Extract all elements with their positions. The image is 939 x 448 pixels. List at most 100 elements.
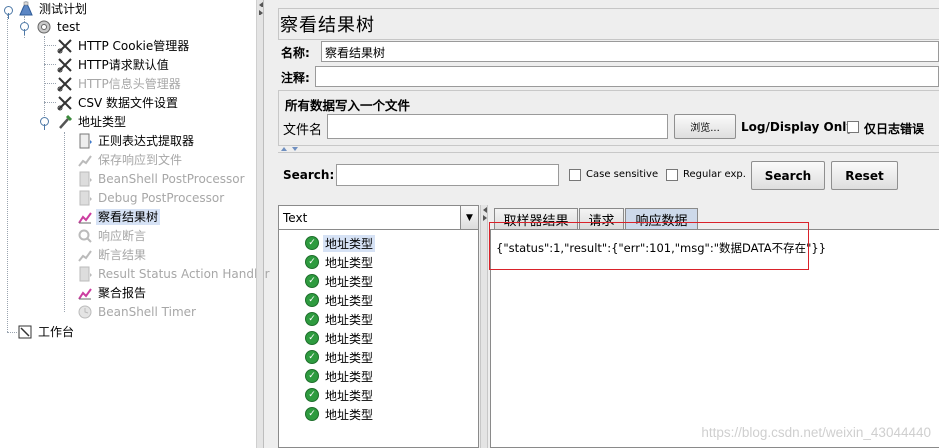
tree-item-label: 工作台	[38, 325, 75, 339]
comment-label: 注释:	[281, 71, 310, 85]
success-shield-icon: ✓	[305, 274, 319, 288]
wrench-scissors-icon	[57, 57, 73, 73]
success-shield-icon: ✓	[305, 388, 319, 402]
errors-only-checkbox[interactable]	[847, 121, 859, 133]
sample-label: 地址类型	[323, 234, 376, 252]
regex-label: Regular exp.	[683, 169, 746, 180]
tree-connector	[7, 332, 17, 333]
name-field[interactable]: 察看结果树	[321, 41, 939, 62]
case-sensitive-checkbox[interactable]	[569, 169, 581, 181]
success-shield-icon: ✓	[305, 312, 319, 326]
tree-item-result-status-handler[interactable]: Result Status Action Handler	[77, 265, 272, 283]
tree-item-label: BeanShell PostProcessor	[98, 172, 245, 186]
search-input[interactable]	[336, 164, 559, 186]
expand-toggle[interactable]	[20, 22, 29, 35]
tree-item-beanshell-timer[interactable]: BeanShell Timer	[77, 303, 198, 321]
sample-result-item[interactable]: ✓ 地址类型	[292, 367, 375, 385]
sample-result-item[interactable]: ✓ 地址类型	[292, 329, 375, 347]
log-display-label: Log/Display Only:	[741, 120, 859, 134]
tree-item-label: 聚合报告	[98, 286, 147, 300]
watermark: https://blog.csdn.net/weixin_43044440	[701, 425, 931, 440]
expand-toggle[interactable]	[4, 6, 13, 19]
sample-label: 地址类型	[325, 369, 374, 384]
tree-item-view-results-tree[interactable]: 察看结果树	[77, 208, 161, 226]
browse-button[interactable]: 浏览...	[674, 114, 736, 139]
tree-item-workbench[interactable]: 工作台	[17, 323, 76, 341]
success-shield-icon: ✓	[305, 369, 319, 383]
tree-item-test-plan[interactable]: 测试计划	[18, 0, 89, 18]
tree-connector	[44, 45, 56, 46]
tree-item-response-assertion[interactable]: 响应断言	[77, 227, 148, 245]
results-splitter[interactable]	[480, 205, 488, 448]
tree-item-sampler[interactable]: 地址类型	[57, 113, 128, 131]
tree-item-aggregate-report[interactable]: 聚合报告	[77, 284, 148, 302]
success-shield-icon: ✓	[305, 236, 319, 250]
tree-item-cookie-manager[interactable]: HTTP Cookie管理器	[57, 37, 191, 55]
search-button[interactable]: Search	[751, 161, 825, 190]
collapse-right-arrow-icon[interactable]	[482, 215, 488, 221]
tree-connector	[44, 102, 56, 103]
tree-item-request-defaults[interactable]: HTTP请求默认值	[57, 56, 171, 74]
success-shield-icon: ✓	[305, 293, 319, 307]
wrench-scissors-icon	[57, 76, 73, 92]
sample-result-item[interactable]: ✓ 地址类型	[292, 291, 375, 309]
expand-toggle[interactable]	[40, 117, 49, 130]
panel-title-bar	[278, 8, 939, 40]
sample-label: 地址类型	[325, 255, 374, 270]
timer-clock-icon	[77, 304, 93, 320]
collapse-left-arrow-icon[interactable]	[482, 207, 488, 213]
tree-item-regex-extractor[interactable]: 正则表达式提取器	[77, 132, 196, 150]
sample-result-item[interactable]: ✓ 地址类型	[292, 253, 375, 271]
tree-item-label: 测试计划	[39, 2, 88, 16]
tree-item-label: Result Status Action Handler	[98, 267, 270, 281]
sample-result-item[interactable]: ✓ 地址类型	[292, 272, 375, 290]
tree-item-thread-group[interactable]: test	[36, 18, 82, 36]
file-group-title: 所有数据写入一个文件	[285, 98, 411, 113]
test-plan-tree[interactable]: 测试计划 test HTTP Cookie管理器 HTTP请求默认值 HTTP信…	[0, 0, 270, 448]
sample-result-item[interactable]: ✓ 地址类型	[292, 386, 375, 404]
errors-only-label: 仅日志错误	[864, 122, 925, 136]
sample-result-item[interactable]: ✓ 地址类型	[292, 405, 375, 423]
tree-splitter[interactable]	[256, 0, 264, 448]
test-plan-icon	[18, 1, 34, 17]
tree-item-header-manager[interactable]: HTTP信息头管理器	[57, 75, 183, 93]
wrench-scissors-icon	[57, 38, 73, 54]
sample-label: 地址类型	[325, 293, 374, 308]
tree-item-label: HTTP信息头管理器	[78, 77, 181, 91]
filename-label: 文件名	[283, 123, 323, 138]
tree-item-label: 地址类型	[78, 115, 127, 129]
tree-connector	[64, 132, 65, 312]
tree-item-debug-post[interactable]: Debug PostProcessor	[77, 189, 226, 207]
tree-item-label: CSV 数据文件设置	[78, 96, 179, 110]
tree-item-assertion-results[interactable]: 断言结果	[77, 246, 148, 264]
tree-item-label: 响应断言	[98, 229, 147, 243]
tree-connector	[44, 83, 56, 84]
tree-item-save-response[interactable]: 保存响应到文件	[77, 151, 184, 169]
post-processor-icon	[77, 266, 93, 282]
listener-chart-icon	[77, 152, 93, 168]
chevron-down-icon[interactable]: ▼	[460, 206, 478, 229]
tree-item-csv-config[interactable]: CSV 数据文件设置	[57, 94, 180, 112]
reset-button[interactable]: Reset	[831, 161, 898, 190]
search-label: Search:	[283, 168, 335, 182]
sample-result-item[interactable]: ✓ 地址类型	[292, 310, 375, 328]
renderer-value: Text	[283, 211, 308, 225]
filename-field[interactable]	[327, 114, 668, 139]
tree-item-label: Debug PostProcessor	[98, 191, 225, 205]
collapse-right-arrow-icon[interactable]	[258, 10, 263, 15]
success-shield-icon: ✓	[305, 350, 319, 364]
sample-label: 地址类型	[325, 331, 374, 346]
sample-result-item[interactable]: ✓ 地址类型	[292, 234, 376, 252]
sample-result-item[interactable]: ✓ 地址类型	[292, 348, 375, 366]
tree-item-label: BeanShell Timer	[98, 305, 196, 319]
post-processor-icon	[77, 190, 93, 206]
sample-label: 地址类型	[325, 388, 374, 403]
collapse-left-arrow-icon[interactable]	[258, 2, 263, 7]
tree-item-beanshell-post[interactable]: BeanShell PostProcessor	[77, 170, 247, 188]
renderer-select[interactable]: Text ▼	[279, 206, 478, 230]
sample-label: 地址类型	[325, 312, 374, 327]
case-sensitive-label: Case sensitive	[586, 169, 659, 180]
regex-checkbox[interactable]	[666, 169, 678, 181]
annotation-highlight-box	[489, 222, 809, 270]
comment-field[interactable]	[315, 66, 939, 87]
